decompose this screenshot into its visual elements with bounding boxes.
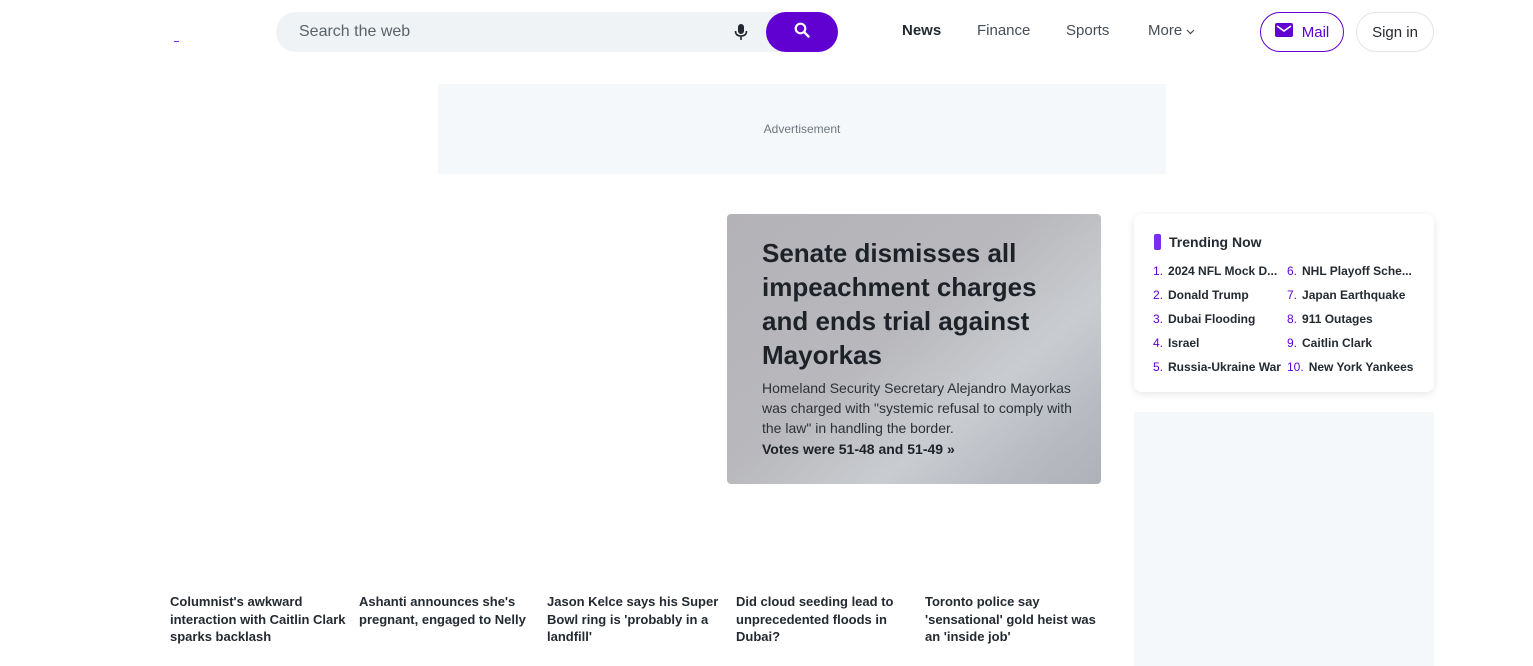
trending-item-label: Japan Earthquake — [1302, 288, 1406, 302]
mail-label: Mail — [1301, 23, 1330, 41]
trending-item-number: 2. — [1153, 288, 1164, 302]
search-input[interactable] — [299, 12, 719, 52]
story-link[interactable]: Ashanti announces she's pregnant, engage… — [359, 593, 537, 628]
nav-more[interactable]: More — [1148, 22, 1195, 39]
trending-item[interactable]: 6. NHL Playoff Sche... — [1287, 264, 1417, 278]
story-link[interactable]: Columnist's awkward interaction with Cai… — [170, 593, 348, 646]
trending-item-number: 7. — [1287, 288, 1298, 302]
trending-item-label: NHL Playoff Sche... — [1302, 264, 1412, 278]
trending-item-number: 1. — [1153, 264, 1164, 278]
advertisement-label: Advertisement — [763, 122, 841, 136]
search-icon — [794, 22, 810, 43]
nav-finance[interactable]: Finance — [977, 22, 1030, 39]
story-link[interactable]: Jason Kelce says his Super Bowl ring is … — [547, 593, 725, 646]
trending-item-number: 8. — [1287, 312, 1298, 326]
mail-icon — [1274, 23, 1293, 41]
trending-item[interactable]: 2. Donald Trump — [1153, 288, 1279, 302]
logo[interactable] — [174, 41, 179, 42]
trending-item[interactable]: 1. 2024 NFL Mock D... — [1153, 264, 1279, 278]
trending-item[interactable]: 10. New York Yankees — [1287, 360, 1422, 374]
trending-item-label: 2024 NFL Mock D... — [1168, 264, 1278, 278]
nav-sports[interactable]: Sports — [1066, 22, 1109, 39]
nav-news[interactable]: News — [902, 22, 941, 39]
trending-item-label: 911 Outages — [1302, 312, 1373, 326]
trending-item[interactable]: 7. Japan Earthquake — [1287, 288, 1417, 302]
search-box — [276, 12, 838, 52]
chevron-down-icon — [1186, 22, 1195, 39]
trending-item-label: Russia-Ukraine War — [1168, 360, 1281, 374]
mail-button[interactable]: Mail — [1260, 12, 1344, 52]
hero-link[interactable]: Votes were 51-48 and 51-49 » — [762, 441, 955, 457]
sidebar-advertisement[interactable] — [1134, 412, 1434, 666]
trending-item-label: Dubai Flooding — [1168, 312, 1256, 326]
trending-item-number: 5. — [1153, 360, 1164, 374]
hero-description: Homeland Security Secretary Alejandro Ma… — [762, 380, 1072, 436]
microphone-icon[interactable] — [734, 23, 748, 41]
story-link[interactable]: Toronto police say 'sensational' gold he… — [925, 593, 1103, 646]
trending-item[interactable]: 8. 911 Outages — [1287, 312, 1417, 326]
trending-item[interactable]: 3. Dubai Flooding — [1153, 312, 1279, 326]
advertisement-banner[interactable]: Advertisement — [438, 84, 1166, 174]
trending-accent-bar — [1154, 234, 1161, 250]
trending-item-label: Donald Trump — [1168, 288, 1249, 302]
trending-title: Trending Now — [1169, 234, 1262, 250]
trending-item-label: New York Yankees — [1308, 360, 1414, 374]
sign-in-button[interactable]: Sign in — [1356, 12, 1434, 52]
trending-item-label: Israel — [1168, 336, 1200, 350]
trending-panel: Trending Now 1. 2024 NFL Mock D... 2. Dona… — [1134, 214, 1434, 392]
trending-item[interactable]: 5. Russia-Ukraine War — [1153, 360, 1283, 374]
trending-item-number: 4. — [1153, 336, 1164, 350]
trending-item[interactable]: 9. Caitlin Clark — [1287, 336, 1417, 350]
trending-item-number: 6. — [1287, 264, 1298, 278]
trending-item-number: 9. — [1287, 336, 1298, 350]
story-link[interactable]: Did cloud seeding lead to unprecedented … — [736, 593, 914, 646]
trending-item[interactable]: 4. Israel — [1153, 336, 1279, 350]
hero-title[interactable]: Senate dismisses all impeachment charges… — [762, 236, 1072, 372]
search-button[interactable] — [766, 12, 838, 52]
trending-item-label: Caitlin Clark — [1302, 336, 1373, 350]
trending-item-number: 10. — [1287, 360, 1304, 374]
nav-more-label: More — [1148, 22, 1183, 39]
trending-item-number: 3. — [1153, 312, 1164, 326]
hero-story[interactable]: Senate dismisses all impeachment charges… — [727, 214, 1101, 484]
